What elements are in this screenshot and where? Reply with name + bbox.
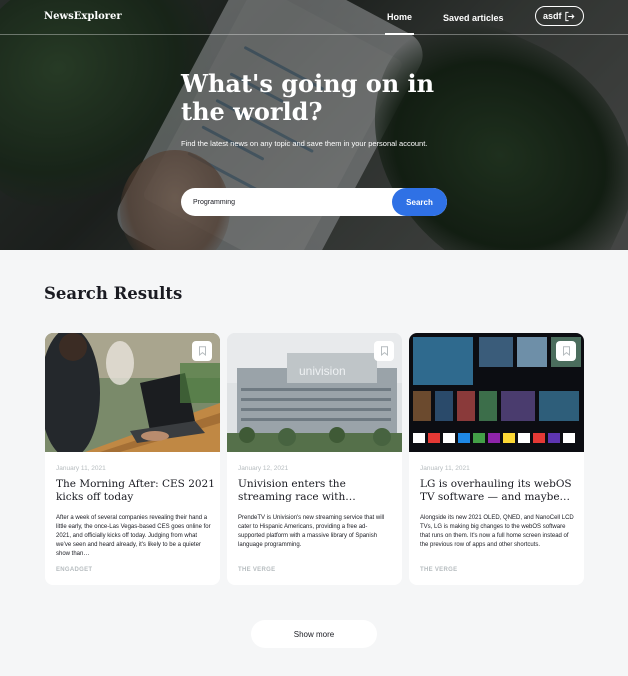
card-date: January 11, 2021 bbox=[56, 465, 106, 472]
card-title: The Morning After: CES 2021 kicks off to… bbox=[56, 478, 215, 503]
card-title: Univision enters the streaming race with… bbox=[238, 478, 356, 503]
card-date: January 12, 2021 bbox=[238, 465, 289, 472]
card-date: January 11, 2021 bbox=[420, 465, 470, 472]
bookmark-button[interactable] bbox=[556, 341, 576, 361]
hero-subtitle: Find the latest news on any topic and sa… bbox=[181, 139, 428, 148]
news-card[interactable]: univision January 12, 2021 Univision ent… bbox=[227, 333, 402, 585]
news-card[interactable]: January 11, 2021 The Morning After: CES … bbox=[45, 333, 220, 585]
search-button[interactable]: Search bbox=[392, 188, 447, 216]
logo[interactable]: NewsExplorer bbox=[44, 11, 122, 22]
user-logout-button[interactable]: asdf bbox=[535, 6, 584, 26]
bookmark-icon bbox=[562, 346, 570, 356]
search-input[interactable] bbox=[193, 194, 383, 210]
card-source: THE VERGE bbox=[420, 567, 458, 573]
bookmark-button[interactable] bbox=[374, 341, 394, 361]
card-text: PrendeTV is Univision's new streaming se… bbox=[238, 515, 385, 548]
svg-text:univision: univision bbox=[299, 364, 346, 378]
header: NewsExplorer Home Saved articles asdf bbox=[0, 0, 628, 35]
nav-home[interactable]: Home bbox=[385, 0, 414, 35]
bookmark-button[interactable] bbox=[192, 341, 212, 361]
hero-title: What's going on in the world? bbox=[181, 69, 435, 126]
card-source: ENGADGET bbox=[56, 567, 93, 573]
bookmark-icon bbox=[198, 346, 206, 356]
show-more-button[interactable]: Show more bbox=[251, 620, 377, 648]
bookmark-icon bbox=[380, 346, 388, 356]
logout-icon bbox=[565, 11, 575, 22]
card-source: THE VERGE bbox=[238, 567, 276, 573]
results-title: Search Results bbox=[44, 284, 183, 303]
news-card[interactable]: January 11, 2021 LG is overhauling its w… bbox=[409, 333, 584, 585]
hero-section: NewsExplorer Home Saved articles asdf Wh… bbox=[0, 0, 628, 250]
card-text: After a week of several companies reveal… bbox=[56, 515, 211, 557]
search-form: Search bbox=[181, 188, 447, 216]
card-title: LG is overhauling its webOS TV software … bbox=[420, 478, 572, 503]
user-name: asdf bbox=[543, 11, 562, 21]
card-text: Alongside its new 2021 OLED, QNED, and N… bbox=[420, 515, 574, 548]
nav-saved-articles[interactable]: Saved articles bbox=[443, 0, 504, 35]
